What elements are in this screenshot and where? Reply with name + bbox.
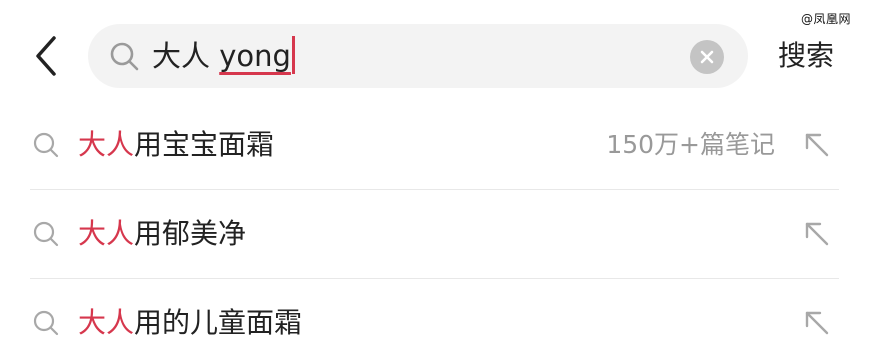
query-composing-text: yong (219, 39, 291, 73)
search-header: 大人 yong 搜索 (0, 24, 869, 88)
suggestion-highlight: 大人 (78, 128, 135, 161)
search-input[interactable]: 大人 yong (88, 24, 748, 88)
suggestion-rest: 用宝宝面霜 (134, 128, 275, 161)
suggestion-highlight: 大人 (78, 217, 135, 250)
search-query[interactable]: 大人 yong (152, 34, 295, 78)
suggestion-list: 大人用宝宝面霜 150万+篇笔记 大人用郁美净 大人用的儿童面霜 (0, 101, 869, 350)
arrow-up-left-icon[interactable] (801, 218, 833, 250)
chevron-left-icon (36, 36, 56, 76)
suggestion-rest: 用郁美净 (134, 217, 247, 250)
suggestion-rest: 用的儿童面霜 (134, 306, 303, 339)
search-icon (33, 132, 59, 158)
search-page: @凤凰网 大人 yong 搜索 大人用宝宝面霜 150万+篇笔记 大人用郁美净 … (0, 0, 869, 350)
search-icon (110, 42, 139, 71)
arrow-up-left-icon[interactable] (801, 129, 833, 161)
suggestion-item[interactable]: 大人用的儿童面霜 (30, 279, 839, 350)
clear-button[interactable] (690, 40, 724, 74)
search-icon (33, 221, 59, 247)
suggestion-highlight: 大人 (78, 306, 135, 339)
suggestion-item[interactable]: 大人用宝宝面霜 150万+篇笔记 (30, 101, 839, 190)
search-icon (33, 310, 59, 336)
back-button[interactable] (30, 34, 66, 78)
search-button[interactable]: 搜索 (778, 34, 834, 78)
suggestion-item[interactable]: 大人用郁美净 (30, 190, 839, 279)
query-prefix: 大人 (152, 39, 211, 73)
suggestion-text: 大人用郁美净 (78, 212, 246, 256)
suggestion-text: 大人用的儿童面霜 (78, 301, 302, 345)
arrow-up-left-icon[interactable] (801, 307, 833, 339)
note-count: 150万+篇笔记 (606, 130, 775, 159)
text-cursor (291, 36, 295, 74)
clear-icon (700, 50, 714, 64)
suggestion-text: 大人用宝宝面霜 (78, 123, 274, 167)
